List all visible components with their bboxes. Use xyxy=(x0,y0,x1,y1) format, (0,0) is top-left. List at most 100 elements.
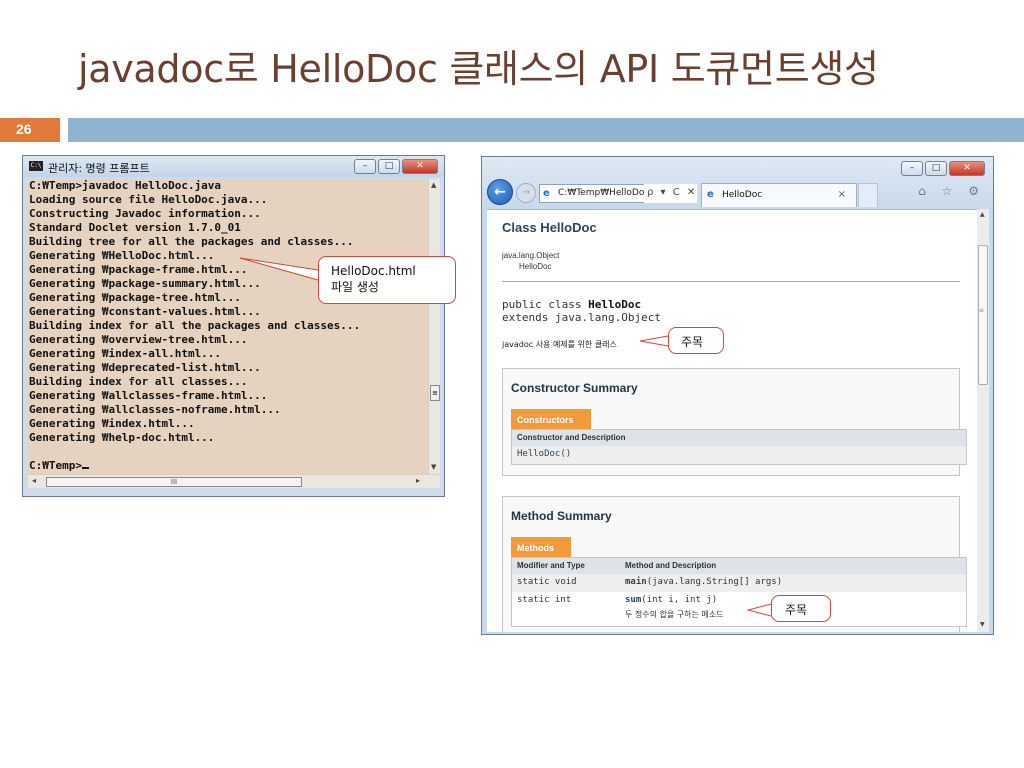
tab-title: HelloDoc xyxy=(722,190,763,200)
javadoc-page: Class HelloDoc java.lang.Object HelloDoc… xyxy=(487,209,977,632)
cmd-window-controls: – □ ✕ xyxy=(354,159,438,174)
cmd-line: Constructing Javadoc information... xyxy=(29,207,261,220)
cmd-line: Generating ₩allclasses-frame.html... xyxy=(29,389,268,402)
method-signature: sum(int i, int j) xyxy=(625,595,717,605)
method-description: 두 정수의 합을 구하는 메소드 xyxy=(625,610,724,619)
cmd-app-icon: C:\ xyxy=(29,161,43,171)
class-comment: javadoc 사용 예제를 위한 클래스 xyxy=(502,340,617,349)
col-modifier-type: Modifier and Type xyxy=(517,561,585,570)
slide-title: javadoc로 HelloDoc 클래스의 API 도큐먼트생성 xyxy=(78,47,879,91)
close-icon[interactable]: ✕ xyxy=(402,159,438,174)
class-signature: public class HelloDoc xyxy=(502,298,641,311)
callout-comment-method: 주목 xyxy=(771,595,831,622)
cmd-line: Standard Doclet version 1.7.0_01 xyxy=(29,221,241,234)
method-type: static int xyxy=(517,595,572,605)
scroll-down-icon[interactable]: ▼ xyxy=(980,621,985,628)
constructor-summary: Constructor Summary Constructors Constru… xyxy=(502,368,967,476)
ie-page-icon: e xyxy=(543,188,550,199)
cmd-console-output[interactable]: C:₩Temp>javadoc HelloDoc.java Loading so… xyxy=(28,179,440,474)
scroll-up-icon[interactable]: ▲ xyxy=(980,211,985,218)
browser-vertical-scrollbar[interactable]: ▲ ≡ ▼ xyxy=(977,209,989,632)
cmd-line: Generating ₩deprecated-list.html... xyxy=(29,361,261,374)
method-params: (int i, int j) xyxy=(641,595,718,605)
cmd-line: Building tree for all the packages and c… xyxy=(29,235,354,248)
maximize-icon[interactable]: □ xyxy=(925,161,947,176)
scroll-left-icon[interactable]: ◂ xyxy=(32,476,36,485)
cmd-window-title: 관리자: 명령 프롬프트 xyxy=(48,162,150,175)
constructors-caption: Constructors xyxy=(511,409,591,429)
browser-window-controls: – □ ✕ xyxy=(901,161,985,176)
cmd-line: Building index for all classes... xyxy=(29,375,248,388)
method-summary: Method Summary Methods Modifier and Type… xyxy=(502,496,967,632)
inheritance-parent: java.lang.Object xyxy=(502,251,560,260)
method-summary-heading: Method Summary xyxy=(511,509,612,523)
constructor-table: Constructor and Description HelloDoc() xyxy=(511,429,967,465)
method-table: Modifier and Type Method and Description… xyxy=(511,557,967,627)
class-title: Class HelloDoc xyxy=(502,220,597,235)
signature-name: HelloDoc xyxy=(588,298,642,311)
callout-html-file: HelloDoc.html 파일 생성 xyxy=(318,256,456,304)
scrollbar-thumb[interactable] xyxy=(978,245,988,385)
cmd-prompt-line[interactable]: C:₩Temp> xyxy=(28,459,440,473)
cmd-line xyxy=(28,445,440,459)
method-signature: main(java.lang.String[] args) xyxy=(625,577,782,587)
cmd-line: Loading source file HelloDoc.java... xyxy=(29,193,268,206)
scroll-up-icon[interactable]: ▲ xyxy=(431,181,436,189)
cmd-prompt: C:₩Temp> xyxy=(29,459,82,472)
class-extends: extends java.lang.Object xyxy=(502,311,661,324)
cmd-line: Building index for all the packages and … xyxy=(29,319,361,332)
col-method-description: Method and Description xyxy=(625,561,717,570)
cmd-line: Generating ₩constant-values.html... xyxy=(29,305,261,318)
address-tools[interactable]: ρ ▾ C ✕ xyxy=(644,184,697,203)
cmd-titlebar: C:\ 관리자: 명령 프롬프트 – □ ✕ xyxy=(23,156,444,177)
forward-button[interactable]: → xyxy=(516,183,536,203)
cmd-line: Generating ₩index.html... xyxy=(29,417,195,430)
constructor-link[interactable]: HelloDoc() xyxy=(512,446,966,464)
divider xyxy=(502,281,960,282)
back-button[interactable]: ← xyxy=(487,179,513,205)
minimize-icon[interactable]: – xyxy=(354,159,376,174)
cmd-line: Generating ₩allclasses-noframe.html... xyxy=(29,403,281,416)
tab-close-icon[interactable]: × xyxy=(838,189,846,200)
inheritance-child: HelloDoc xyxy=(519,262,552,271)
scroll-right-icon[interactable]: ▸ xyxy=(416,476,420,485)
ie-tab-icon: e xyxy=(707,189,714,200)
scrollbar-thumb[interactable]: ≡ xyxy=(430,385,440,401)
table-header: Constructor and Description xyxy=(512,430,966,446)
maximize-icon[interactable]: □ xyxy=(378,159,400,174)
close-icon[interactable]: ✕ xyxy=(949,161,985,176)
tab-hellodoc[interactable]: e HelloDoc × xyxy=(701,183,857,207)
new-tab-button[interactable] xyxy=(858,183,878,207)
scrollbar-thumb[interactable]: III xyxy=(46,477,302,487)
header-bar xyxy=(68,118,1024,142)
method-link[interactable]: main xyxy=(625,577,647,587)
callout-text-line1: HelloDoc.html xyxy=(331,264,416,278)
cursor-icon xyxy=(81,467,89,469)
browser-window: – □ ✕ ← → e C:₩Temp₩HelloDoc ρ ▾ C ✕ e H… xyxy=(481,156,994,635)
method-type: static void xyxy=(517,577,577,587)
method-params: (java.lang.String[] args) xyxy=(646,577,783,587)
constructor-summary-heading: Constructor Summary xyxy=(511,381,638,395)
table-row: static void main(java.lang.String[] args… xyxy=(512,574,966,592)
signature-prefix: public class xyxy=(502,298,589,311)
cmd-line: Generating ₩index-all.html... xyxy=(29,347,222,360)
command-prompt-window: C:\ 관리자: 명령 프롬프트 – □ ✕ C:₩Temp>javadoc H… xyxy=(22,155,445,497)
minimize-icon[interactable]: – xyxy=(901,161,923,176)
callout-text-line2: 파일 생성 xyxy=(331,280,379,294)
browser-toolbar: – □ ✕ ← → e C:₩Temp₩HelloDoc ρ ▾ C ✕ e H… xyxy=(482,157,993,209)
scroll-down-icon[interactable]: ▼ xyxy=(431,463,436,471)
cmd-line: Generating ₩help-doc.html... xyxy=(29,431,215,444)
methods-caption: Methods xyxy=(511,537,571,557)
toolbar-icons[interactable]: ⌂ ☆ ⚙ xyxy=(918,184,985,198)
address-text: C:₩Temp₩HelloDoc xyxy=(558,188,650,198)
cmd-horizontal-scrollbar[interactable]: ◂ III ▸ xyxy=(28,474,440,488)
callout-comment-class: 주목 xyxy=(668,327,724,354)
cmd-line: C:₩Temp>javadoc HelloDoc.java xyxy=(29,179,222,192)
page-number-badge: 26 xyxy=(0,118,60,142)
scrollbar-grip-icon: ≡ xyxy=(979,307,985,314)
cmd-line: Generating ₩overview-tree.html... xyxy=(29,333,248,346)
cmd-vertical-scrollbar[interactable]: ▲ ≡ ▼ xyxy=(428,179,440,474)
method-link[interactable]: sum xyxy=(625,595,641,605)
table-row: static int sum(int i, int j) 두 정수의 합을 구하… xyxy=(512,592,966,626)
table-header: Modifier and Type Method and Description xyxy=(512,558,966,574)
